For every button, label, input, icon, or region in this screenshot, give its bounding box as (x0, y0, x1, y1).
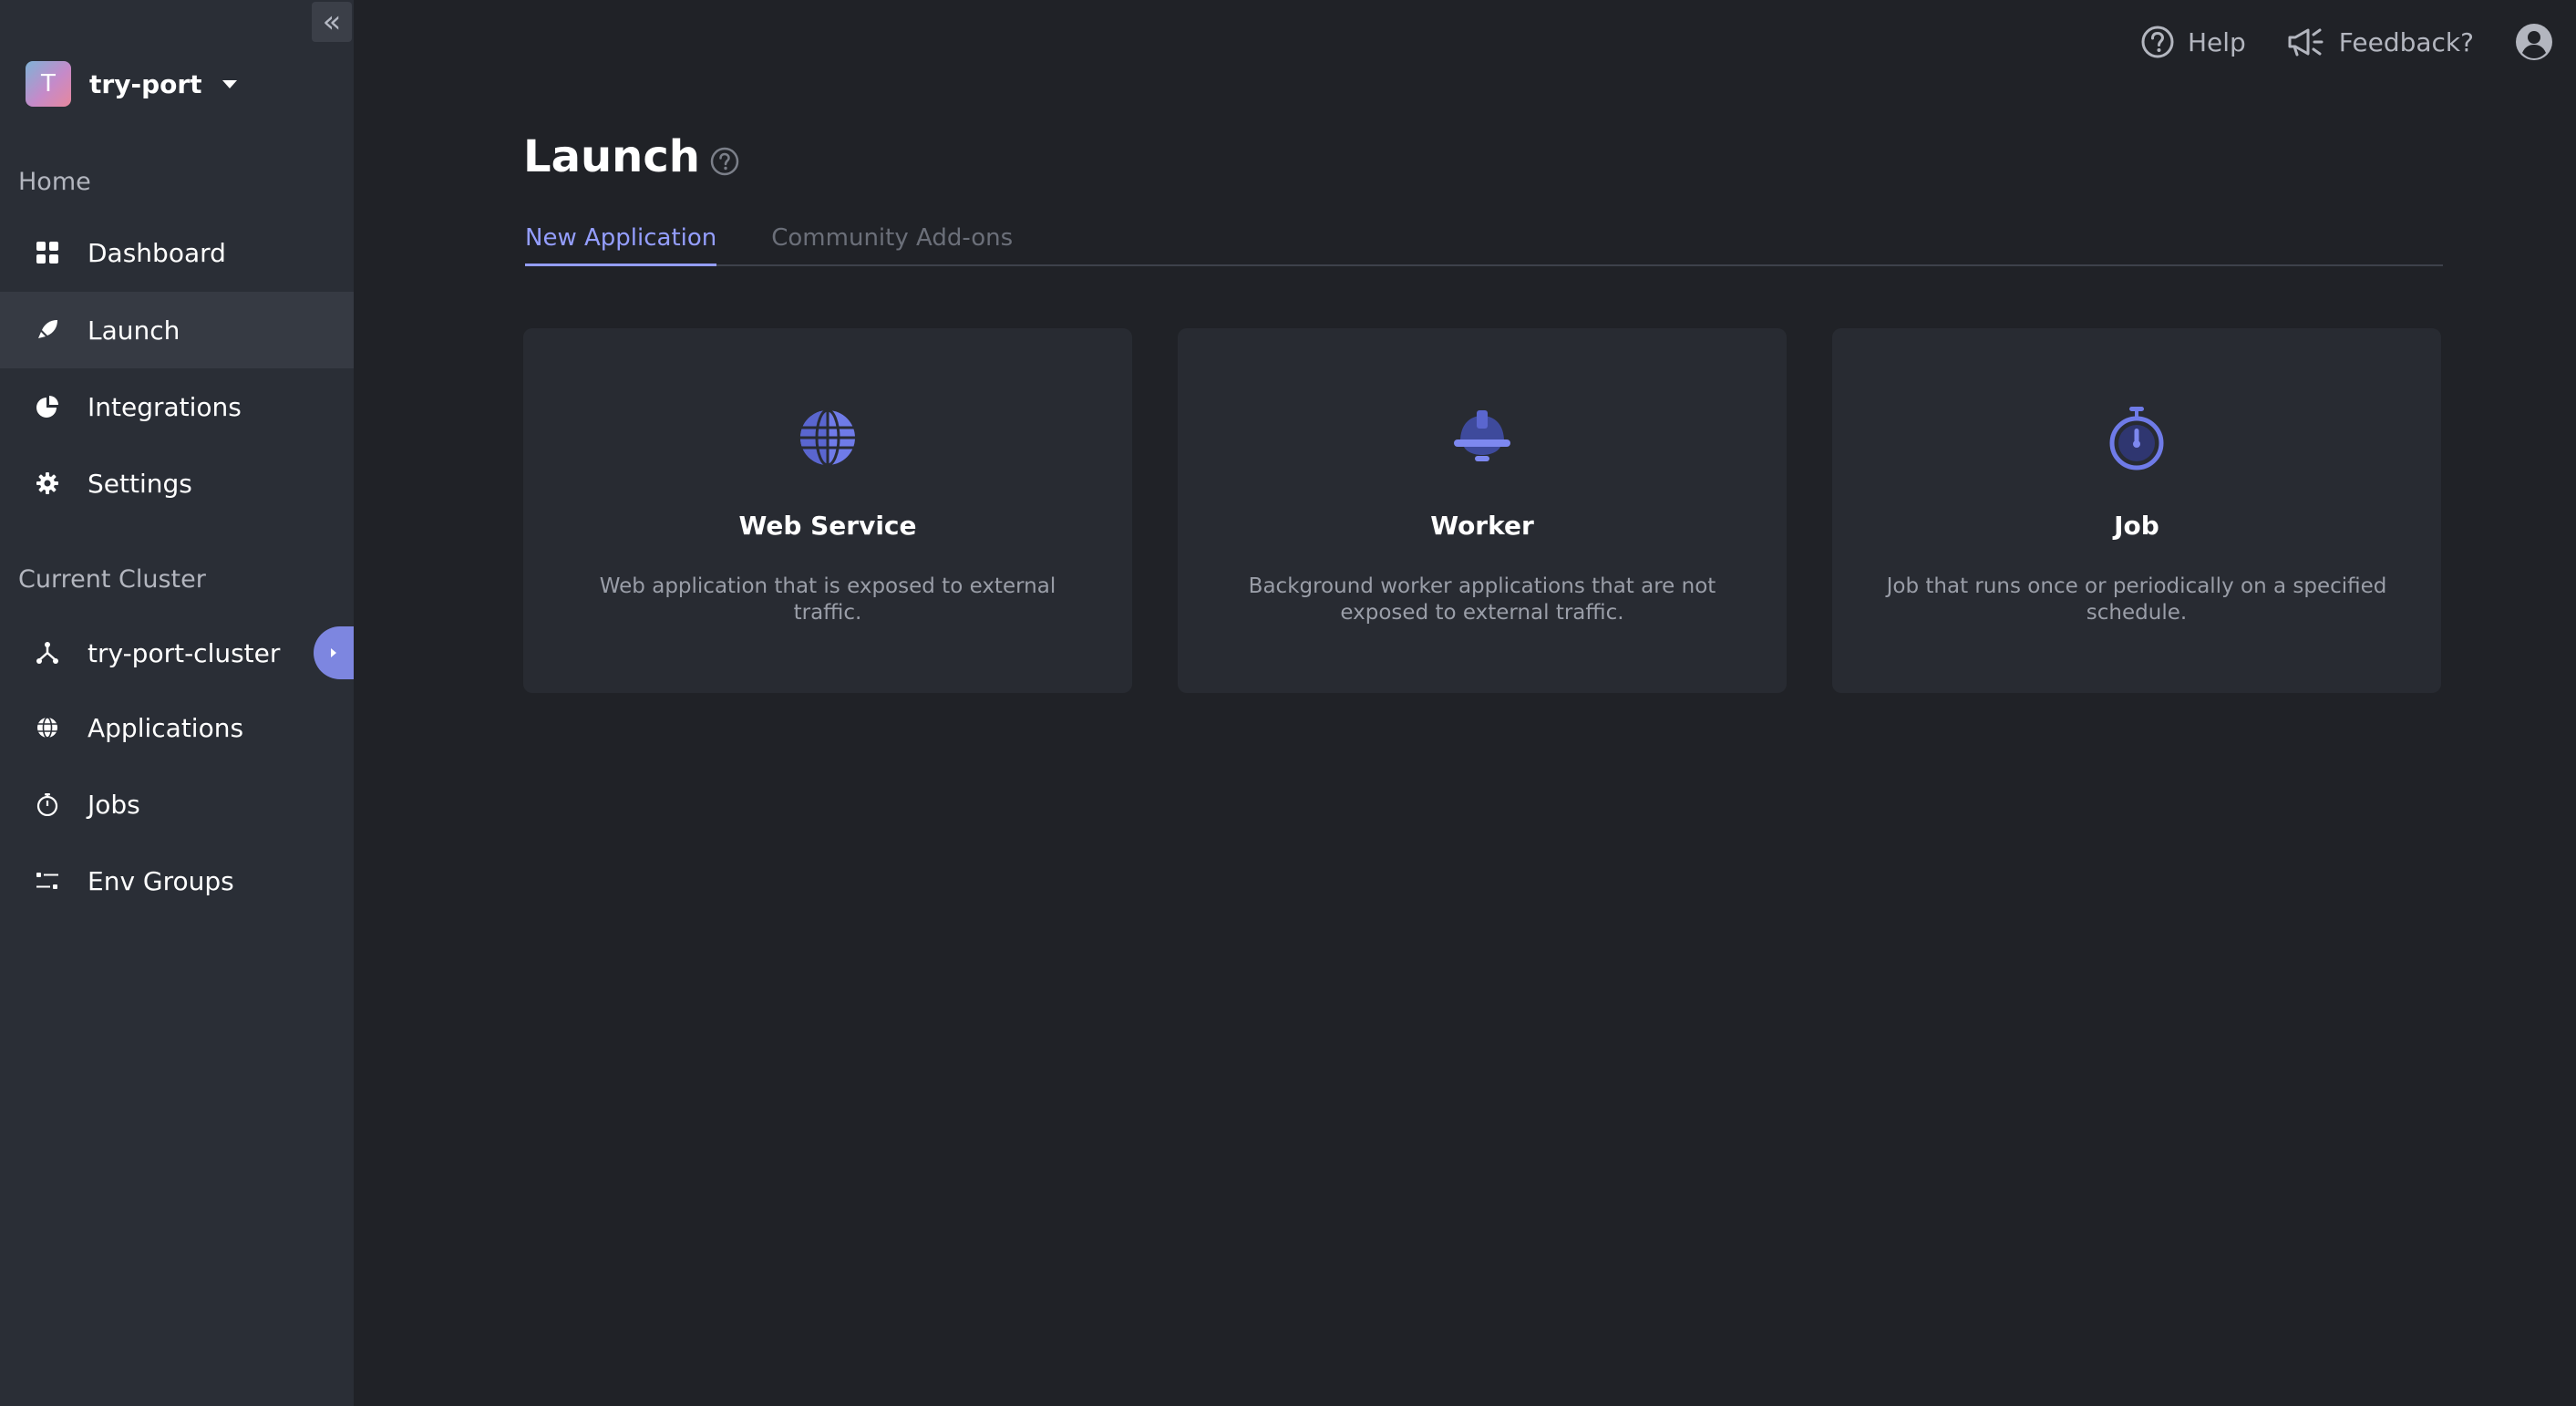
section-label-home: Home (18, 168, 91, 196)
sidebar-item-launch[interactable]: Launch (0, 292, 354, 368)
sidebar-item-integrations[interactable]: Integrations (0, 368, 354, 445)
sidebar-item-env-groups[interactable]: Env Groups (0, 843, 354, 919)
card-job[interactable]: Job Job that runs once or periodically o… (1832, 328, 2441, 693)
feedback-label: Feedback? (2338, 26, 2474, 57)
card-title: Worker (1430, 511, 1534, 541)
sidebar: « T try-port Home Dashboard Launch Integ… (0, 0, 354, 1406)
dashboard-grid-icon (35, 240, 60, 265)
sidebar-item-label: try-port-cluster (88, 637, 281, 668)
card-description: Background worker applications that are … (1248, 574, 1716, 625)
project-avatar: T (26, 61, 71, 107)
card-worker[interactable]: Worker Background worker applications th… (1178, 328, 1787, 693)
double-chevron-left-icon: « (322, 4, 342, 40)
card-title: Job (2114, 511, 2159, 541)
help-label: Help (2187, 26, 2246, 57)
sidebar-item-label: Applications (88, 712, 244, 743)
pie-chart-icon (35, 394, 60, 419)
cluster-nodes-icon (35, 640, 60, 666)
sliders-icon (35, 868, 60, 894)
globe-icon (795, 405, 860, 470)
page-help-icon[interactable] (709, 146, 740, 177)
caret-down-icon (222, 79, 237, 88)
sidebar-item-dashboard[interactable]: Dashboard (0, 214, 354, 291)
sidebar-item-cluster[interactable]: try-port-cluster (0, 615, 354, 691)
stopwatch-icon (35, 791, 60, 817)
section-label-current-cluster: Current Cluster (18, 565, 206, 594)
sidebar-item-label: Integrations (88, 391, 242, 422)
tab-community-addons[interactable]: Community Add-ons (771, 222, 1013, 266)
sidebar-item-label: Settings (88, 468, 192, 499)
collapse-sidebar-button[interactable]: « (312, 2, 352, 42)
sidebar-item-label: Launch (88, 315, 180, 346)
stopwatch-icon (2104, 405, 2169, 470)
megaphone-icon (2286, 25, 2326, 59)
launch-tabs: New Application Community Add-ons (525, 222, 2443, 266)
card-web-service[interactable]: Web Service Web application that is expo… (523, 328, 1132, 693)
card-title: Web Service (738, 511, 917, 541)
hard-hat-icon (1449, 405, 1515, 470)
card-description: Web application that is exposed to exter… (599, 574, 1056, 625)
template-cards: Web Service Web application that is expo… (523, 328, 2441, 693)
tab-new-application[interactable]: New Application (525, 222, 717, 266)
project-selector[interactable]: T try-port (26, 60, 237, 108)
top-bar: Help Feedback? (2140, 18, 2576, 66)
sidebar-item-label: Jobs (88, 789, 140, 820)
sidebar-item-label: Env Groups (88, 865, 234, 896)
help-circle-icon (2140, 25, 2175, 59)
sidebar-item-label: Dashboard (88, 237, 226, 268)
sidebar-item-settings[interactable]: Settings (0, 445, 354, 522)
gear-icon (35, 470, 60, 496)
sidebar-item-jobs[interactable]: Jobs (0, 766, 354, 843)
caret-right-icon (331, 648, 336, 657)
page-title: Launch (523, 131, 700, 182)
rocket-icon (35, 317, 60, 343)
user-account-icon[interactable] (2514, 22, 2554, 62)
help-link[interactable]: Help (2140, 25, 2246, 59)
project-name: try-port (89, 68, 202, 99)
card-description: Job that runs once or periodically on a … (1886, 574, 2387, 625)
globe-icon (35, 715, 60, 740)
feedback-link[interactable]: Feedback? (2286, 25, 2474, 59)
sidebar-item-applications[interactable]: Applications (0, 689, 354, 766)
